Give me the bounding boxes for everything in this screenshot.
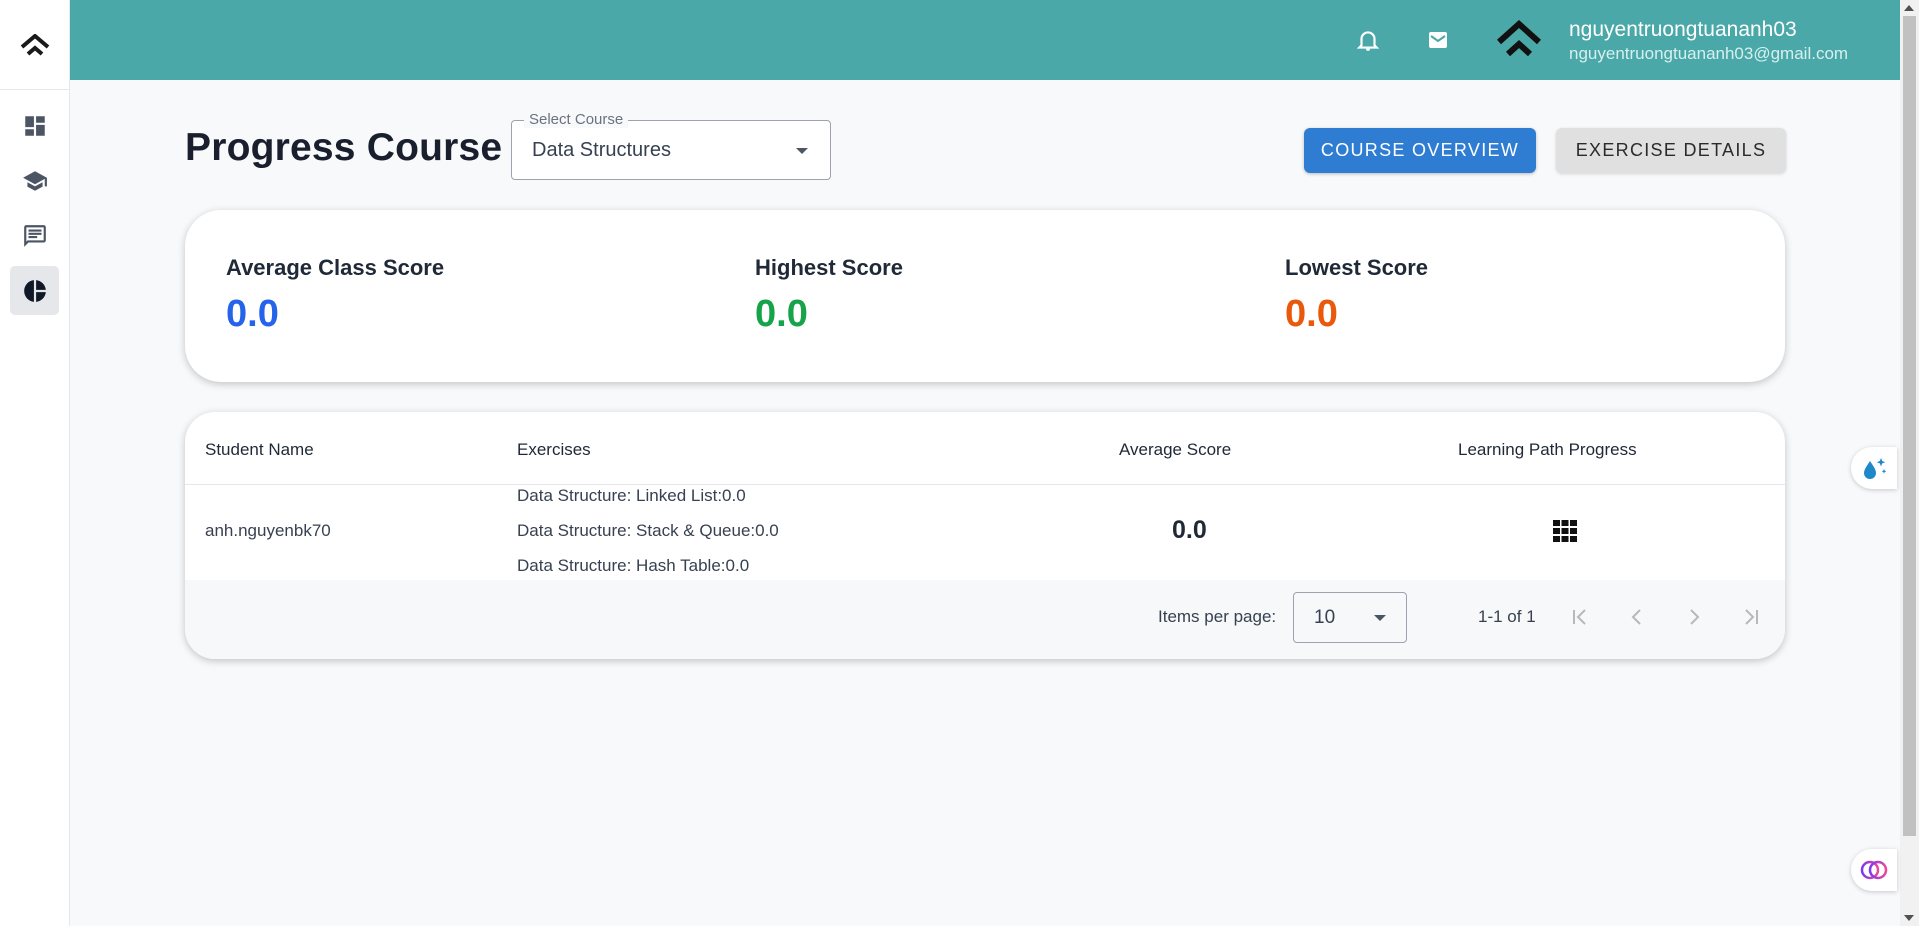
chevron-left-icon [1631, 609, 1641, 625]
next-page-button[interactable] [1679, 602, 1709, 632]
average-score-cell: 0.0 [1172, 516, 1207, 544]
bell-icon [1356, 31, 1380, 51]
exercise-item: Data Structure: Linked List:0.0 [517, 486, 746, 505]
mail-icon [1429, 32, 1447, 48]
column-header-exercises[interactable]: Exercises [517, 440, 591, 460]
highest-score-stat: Highest Score 0.0 [755, 255, 903, 336]
select-course-label: Select Course [524, 112, 629, 128]
lowest-score-value: 0.0 [1285, 293, 1338, 335]
top-header: nguyentruongtuananh03 nguyentruongtuanan… [70, 0, 1900, 80]
pagination-range: 1-1 of 1 [1478, 607, 1536, 626]
brain-icon [1860, 860, 1888, 880]
first-page-button[interactable] [1565, 602, 1595, 632]
exercise-item: Data Structure: Hash Table:0.0 [517, 556, 750, 575]
course-overview-button[interactable]: COURSE OVERVIEW [1304, 128, 1536, 173]
last-page-button[interactable] [1736, 602, 1766, 632]
sidebar-item-progress[interactable] [10, 266, 59, 315]
items-per-page-select[interactable]: 10 [1293, 592, 1407, 643]
student-name-cell: anh.nguyenbk70 [205, 521, 331, 540]
notifications-button[interactable] [1353, 25, 1383, 55]
items-per-page-label: Items per page: [1158, 607, 1277, 626]
water-drop-sparkle-icon [1864, 458, 1887, 479]
items-per-page-value: 10 [1314, 607, 1336, 628]
school-icon [22, 170, 47, 191]
header-divider [185, 484, 1785, 485]
lowest-score-label: Lowest Score [1285, 255, 1429, 280]
select-course-dropdown[interactable]: Select Course Data Structures [511, 112, 831, 180]
chat-icon [23, 224, 46, 247]
floating-ai-button[interactable] [1851, 849, 1897, 891]
chevron-down-icon [1374, 615, 1386, 621]
average-score-value: 0.0 [226, 293, 279, 335]
lowest-score-stat: Lowest Score 0.0 [1285, 255, 1428, 336]
table-paginator: Items per page: 10 1-1 of 1 [185, 580, 1785, 659]
scroll-thumb[interactable] [1903, 16, 1916, 836]
column-header-learning-path-progress[interactable]: Learning Path Progress [1458, 440, 1637, 460]
student-progress-table: Student Name Exercises Average Score Lea… [185, 412, 1785, 659]
sidebar [0, 0, 70, 926]
sidebar-item-dashboard[interactable] [10, 101, 59, 150]
avatar[interactable] [1495, 18, 1543, 60]
column-header-average-score[interactable]: Average Score [1119, 440, 1231, 460]
user-info[interactable]: nguyentruongtuananh03 nguyentruongtuanan… [1569, 17, 1848, 65]
page-title: Progress Course [185, 126, 503, 169]
highest-score-value: 0.0 [755, 293, 808, 335]
user-name: nguyentruongtuananh03 [1569, 18, 1797, 41]
logo-avatar-icon [1496, 20, 1542, 57]
scroll-up-arrow-icon[interactable] [1904, 5, 1914, 11]
select-course-value: Data Structures [532, 139, 671, 161]
sidebar-item-messages[interactable] [10, 211, 59, 260]
score-summary-card: Average Class Score 0.0 Highest Score 0.… [185, 210, 1785, 382]
grid-icon[interactable] [1553, 520, 1577, 542]
last-page-icon [1745, 609, 1758, 625]
column-header-student-name[interactable]: Student Name [205, 440, 314, 460]
pie-chart-icon [23, 279, 46, 302]
mail-button[interactable] [1423, 25, 1453, 55]
dashboard-icon [24, 115, 45, 136]
user-email: nguyentruongtuananh03@gmail.com [1569, 44, 1849, 63]
average-score-stat: Average Class Score 0.0 [226, 255, 444, 336]
first-page-icon [1573, 609, 1586, 625]
average-score-label: Average Class Score [226, 255, 445, 280]
scroll-down-arrow-icon[interactable] [1904, 915, 1914, 921]
exercise-details-button[interactable]: EXERCISE DETAILS [1556, 128, 1786, 173]
exercise-item: Data Structure: Stack & Queue:0.0 [517, 521, 779, 540]
chevron-down-icon [796, 148, 808, 154]
sidebar-item-courses[interactable] [10, 156, 59, 205]
chevron-right-icon [1690, 609, 1700, 625]
floating-assistant-button[interactable] [1851, 447, 1897, 489]
highest-score-label: Highest Score [755, 255, 903, 280]
scrollbar[interactable] [1900, 0, 1919, 926]
logo-icon [20, 33, 50, 56]
previous-page-button[interactable] [1622, 602, 1652, 632]
app-logo[interactable] [0, 0, 70, 90]
